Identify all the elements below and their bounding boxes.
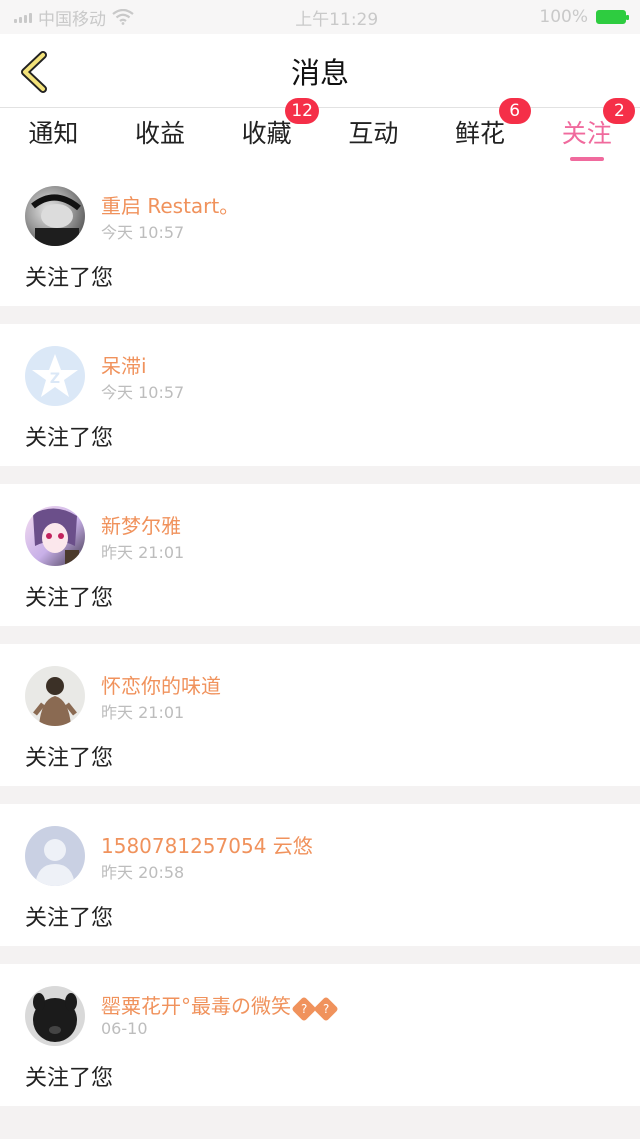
user-name[interactable]: 新梦尔雅 [101, 510, 181, 539]
timestamp: 昨天 20:58 [101, 863, 185, 882]
user-name-text: 罂粟花开°最毒の微笑 [101, 994, 291, 1018]
avatar[interactable] [25, 986, 85, 1046]
chevron-left-icon [21, 51, 47, 93]
timestamp: 06-10 [101, 1019, 148, 1038]
clock: 上午11:29 [295, 9, 379, 30]
user-name[interactable]: 罂粟花开°最毒の微笑?? [101, 990, 339, 1022]
tab-interaction[interactable]: 互动 [320, 108, 427, 164]
person-photo-icon [31, 194, 81, 246]
action-text: 关注了您 [25, 266, 114, 291]
status-right: 100% [539, 7, 629, 27]
nav-bar: 消息 [0, 34, 640, 108]
action-text: 关注了您 [25, 906, 114, 931]
list-item[interactable]: Z 呆滞i 今天 10:57 关注了您 [0, 324, 640, 466]
tab-follow[interactable]: 关注 2 [533, 98, 640, 164]
signal-icon [14, 11, 32, 23]
timestamp: 昨天 21:01 [101, 703, 185, 722]
page-title: 消息 [290, 55, 349, 90]
list-item[interactable]: 罂粟花开°最毒の微笑?? 06-10 关注了您 [0, 964, 640, 1106]
list-item[interactable]: 1580781257054 云悠 昨天 20:58 关注了您 [0, 804, 640, 946]
list-item[interactable]: 怀恋你的味道 昨天 21:01 关注了您 [0, 644, 640, 786]
battery-icon [595, 10, 629, 24]
tab-label: 鲜花 [455, 119, 506, 148]
avatar[interactable]: Z [25, 346, 85, 406]
tab-bar: 通知 收益 收藏 12 互动 鲜花 6 关注 2 [0, 98, 640, 164]
avatar[interactable] [25, 666, 85, 726]
user-name[interactable]: 重启 Restart。 [101, 190, 239, 219]
list-item[interactable]: 新梦尔雅 昨天 21:01 关注了您 [0, 484, 640, 626]
avatar[interactable] [25, 506, 85, 566]
tab-label: 收益 [135, 119, 186, 148]
svg-text:Z: Z [50, 371, 60, 387]
action-text: 关注了您 [25, 1066, 114, 1091]
anime-girl-icon [33, 508, 79, 566]
user-name[interactable]: 1580781257054 云悠 [101, 830, 313, 859]
count-badge: 12 [285, 98, 319, 124]
avatar[interactable] [25, 826, 85, 886]
action-text: 关注了您 [25, 426, 114, 451]
carrier-label: 中国移动 [38, 9, 106, 30]
tab-notifications[interactable]: 通知 [0, 108, 107, 164]
unknown-glyph-icon: ? [313, 996, 339, 1022]
tab-flowers[interactable]: 鲜花 6 [427, 98, 534, 164]
timestamp: 今天 10:57 [101, 223, 185, 242]
person-photo-icon [33, 677, 77, 726]
action-text: 关注了您 [25, 746, 114, 771]
unknown-glyph-icon: ? [291, 996, 317, 1022]
tab-label: 收藏 [241, 119, 292, 148]
status-left: 中国移动 [14, 5, 134, 30]
timestamp: 昨天 21:01 [101, 543, 185, 562]
tab-earnings[interactable]: 收益 [107, 108, 214, 164]
dog-photo-icon [33, 993, 77, 1042]
default-person-icon [35, 839, 75, 886]
avatar[interactable] [25, 186, 85, 246]
timestamp: 今天 10:57 [101, 383, 185, 402]
user-name[interactable]: 呆滞i [101, 350, 147, 379]
follow-list-items: 重启 Restart。 今天 10:57 关注了您 Z 呆滞i 今天 10:57… [0, 164, 640, 1106]
wifi-icon [112, 9, 134, 25]
tab-label: 通知 [28, 119, 79, 148]
qzone-star-icon: Z [32, 354, 78, 397]
count-badge: 2 [603, 98, 636, 124]
active-tab-indicator [569, 157, 604, 161]
list-item[interactable]: 重启 Restart。 今天 10:57 关注了您 [0, 164, 640, 306]
status-bar: 中国移动 上午11:29 100% [0, 0, 640, 34]
tab-label: 互动 [348, 119, 399, 148]
back-button[interactable] [14, 50, 54, 94]
battery-percent: 100% [539, 7, 588, 27]
tab-favorites[interactable]: 收藏 12 [213, 98, 320, 164]
user-name[interactable]: 怀恋你的味道 [101, 670, 221, 699]
action-text: 关注了您 [25, 586, 114, 611]
count-badge: 6 [498, 98, 531, 124]
